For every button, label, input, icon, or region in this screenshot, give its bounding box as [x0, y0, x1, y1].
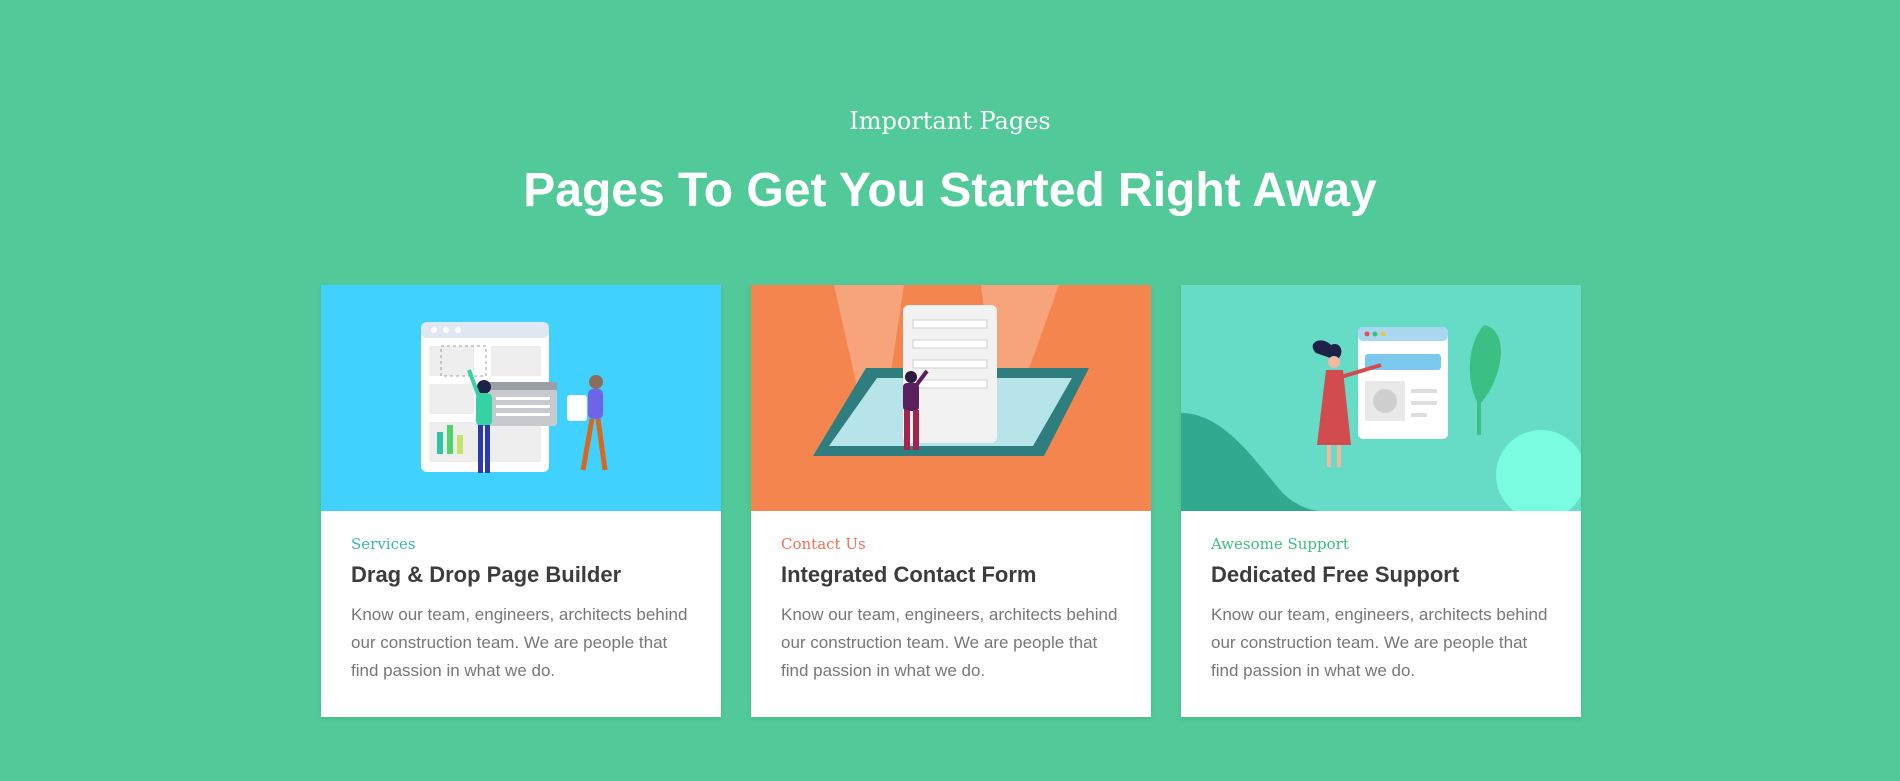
card-body: Services Drag & Drop Page Builder Know o…	[351, 535, 691, 685]
card-description: Know our team, engineers, architects beh…	[351, 605, 688, 680]
feature-cards: Services Drag & Drop Page Builder Know o…	[321, 285, 1581, 717]
card-category[interactable]: Services	[351, 535, 691, 553]
card-category[interactable]: Contact Us	[781, 535, 1121, 553]
feature-card-support[interactable]: Awesome Support Dedicated Free Support K…	[1181, 285, 1581, 717]
page-builder-illustration	[321, 285, 721, 511]
card-description: Know our team, engineers, architects beh…	[1211, 605, 1548, 680]
section-eyebrow: Important Pages	[849, 107, 1051, 135]
section-headline: Pages To Get You Started Right Away	[523, 164, 1377, 217]
card-body: Awesome Support Dedicated Free Support K…	[1211, 535, 1551, 685]
card-title[interactable]: Integrated Contact Form	[781, 561, 1121, 589]
card-body: Contact Us Integrated Contact Form Know …	[781, 535, 1121, 685]
feature-card-page-builder[interactable]: Services Drag & Drop Page Builder Know o…	[321, 285, 721, 717]
card-title[interactable]: Drag & Drop Page Builder	[351, 561, 691, 589]
contact-form-illustration	[751, 285, 1151, 511]
feature-card-contact-form[interactable]: Contact Us Integrated Contact Form Know …	[751, 285, 1151, 717]
card-title[interactable]: Dedicated Free Support	[1211, 561, 1551, 589]
support-illustration	[1181, 285, 1581, 511]
card-description: Know our team, engineers, architects beh…	[781, 605, 1118, 680]
card-category[interactable]: Awesome Support	[1211, 535, 1551, 553]
